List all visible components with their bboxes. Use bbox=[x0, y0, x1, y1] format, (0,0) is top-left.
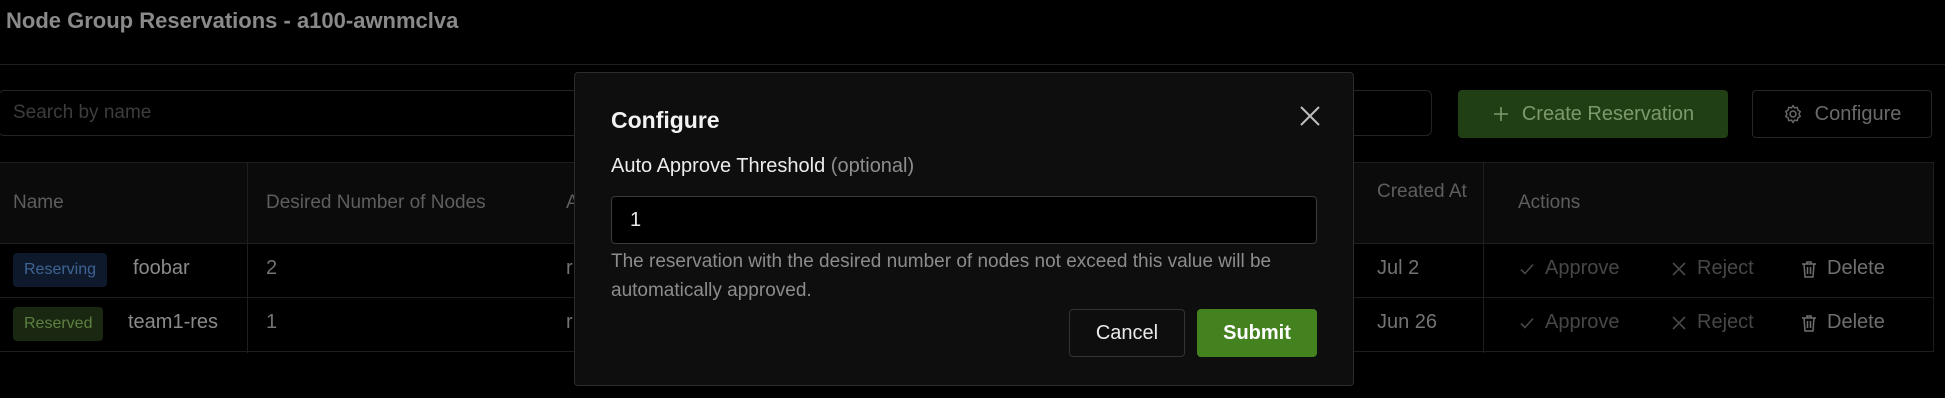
approve-button[interactable]: Approve bbox=[1519, 257, 1620, 280]
delete-label: Delete bbox=[1827, 257, 1885, 279]
status-badge-reserved: Reserved bbox=[13, 307, 104, 341]
submit-button[interactable]: Submit bbox=[1197, 309, 1317, 357]
column-header-desired-nodes: Desired Number of Nodes bbox=[266, 192, 486, 213]
delete-label: Delete bbox=[1827, 311, 1885, 333]
cancel-button[interactable]: Cancel bbox=[1069, 309, 1185, 357]
dialog-title: Configure bbox=[611, 107, 720, 133]
status-badge-reserving: Reserving bbox=[13, 253, 108, 287]
plus-icon bbox=[1493, 107, 1508, 121]
reject-label: Reject bbox=[1697, 311, 1754, 333]
threshold-field-label: Auto Approve Threshold (optional) bbox=[611, 155, 914, 178]
threshold-input[interactable] bbox=[611, 196, 1317, 244]
create-reservation-button[interactable]: Create Reservation bbox=[1458, 90, 1728, 138]
desired-nodes-value: 2 bbox=[266, 257, 278, 279]
reject-button[interactable]: Reject bbox=[1671, 311, 1754, 334]
check-icon bbox=[1520, 317, 1534, 329]
reservation-name: team1-res bbox=[128, 311, 219, 333]
check-icon bbox=[1520, 263, 1534, 275]
page-title: Node Group Reservations - a100-awnmclva bbox=[6, 8, 459, 33]
column-header-name: Name bbox=[13, 192, 64, 213]
search-placeholder: Search by name bbox=[13, 102, 152, 123]
configure-dialog: Configure Auto Approve Threshold (option… bbox=[574, 72, 1354, 386]
x-icon bbox=[1672, 261, 1686, 276]
configure-button[interactable]: Configure bbox=[1752, 90, 1932, 138]
approve-label: Approve bbox=[1545, 311, 1620, 333]
close-icon[interactable] bbox=[1297, 103, 1323, 129]
threshold-label-text: Auto Approve Threshold bbox=[611, 155, 826, 177]
desired-nodes-value: 1 bbox=[266, 311, 278, 333]
reject-button[interactable]: Reject bbox=[1671, 257, 1754, 280]
x-icon bbox=[1672, 315, 1686, 330]
column-header-actions: Actions bbox=[1518, 192, 1581, 213]
delete-button[interactable]: Delete bbox=[1801, 311, 1885, 334]
trash-icon bbox=[1802, 260, 1816, 278]
configure-label: Configure bbox=[1814, 102, 1902, 125]
approve-label: Approve bbox=[1545, 257, 1620, 279]
gear-icon bbox=[1784, 104, 1801, 124]
partial-cell: r bbox=[566, 311, 573, 333]
header-divider bbox=[0, 64, 1945, 65]
approve-button[interactable]: Approve bbox=[1519, 311, 1620, 334]
created-at-value: Jul 2 bbox=[1377, 257, 1420, 279]
optional-hint: (optional) bbox=[830, 155, 915, 177]
trash-icon bbox=[1802, 314, 1816, 332]
delete-button[interactable]: Delete bbox=[1801, 257, 1885, 280]
threshold-help-text: The reservation with the desired number … bbox=[611, 251, 1272, 301]
column-header-created-at: Created At bbox=[1377, 181, 1467, 202]
reject-label: Reject bbox=[1697, 257, 1754, 279]
created-at-value: Jun 26 bbox=[1377, 311, 1438, 333]
partial-cell: r bbox=[566, 257, 573, 279]
create-reservation-label: Create Reservation bbox=[1521, 102, 1695, 125]
reservation-name: foobar bbox=[133, 257, 190, 279]
